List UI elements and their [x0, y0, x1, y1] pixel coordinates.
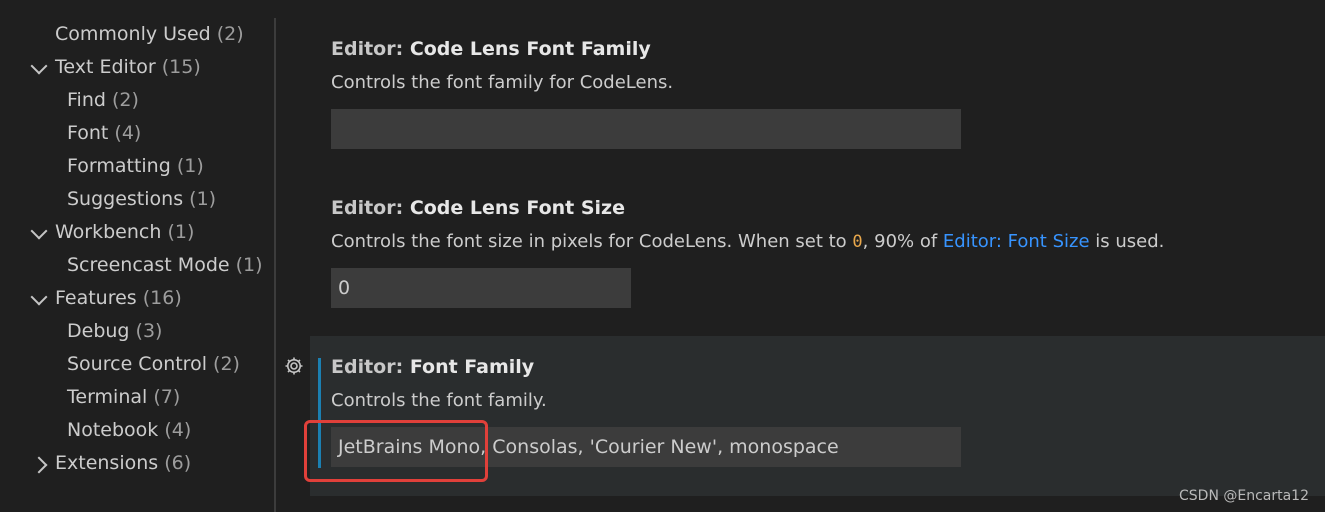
- watermark: CSDN @Encarta12: [1179, 488, 1309, 504]
- annotation-highlight-box: [304, 420, 488, 482]
- toc-debug[interactable]: Debug (3): [67, 315, 162, 348]
- code-lens-font-size-input[interactable]: 0: [331, 268, 631, 308]
- toc-find[interactable]: Find (2): [67, 84, 139, 117]
- inline-code: 0: [852, 232, 863, 252]
- setting-title-code-lens-font-size: Editor: Code Lens Font Size: [331, 197, 625, 219]
- gear-icon[interactable]: [284, 356, 304, 376]
- setting-description: Controls the font family for CodeLens.: [331, 72, 674, 93]
- chevron-down-icon[interactable]: [30, 57, 48, 75]
- setting-description: Controls the font size in pixels for Cod…: [331, 231, 1165, 252]
- toc-features[interactable]: Features (16): [55, 282, 182, 315]
- settings-list: Editor: Code Lens Font Family Controls t…: [276, 0, 1325, 512]
- toc-source-control[interactable]: Source Control (2): [67, 348, 240, 381]
- toc-suggestions[interactable]: Suggestions (1): [67, 183, 216, 216]
- chevron-down-icon[interactable]: [30, 288, 48, 306]
- settings-toc: Commonly Used (2) Text Editor (15) Find …: [0, 0, 275, 512]
- code-lens-font-family-input[interactable]: [331, 109, 961, 149]
- toc-terminal[interactable]: Terminal (7): [67, 381, 180, 414]
- editor-font-size-link[interactable]: Editor: Font Size: [943, 231, 1090, 252]
- toc-extensions[interactable]: Extensions (6): [55, 447, 191, 480]
- toc-text-editor[interactable]: Text Editor (15): [55, 51, 201, 84]
- setting-description: Controls the font family.: [331, 390, 547, 411]
- chevron-right-icon[interactable]: [30, 456, 48, 474]
- toc-formatting[interactable]: Formatting (1): [67, 150, 204, 183]
- chevron-down-icon[interactable]: [30, 222, 48, 240]
- toc-screencast-mode[interactable]: Screencast Mode (1): [67, 249, 263, 282]
- toc-notebook[interactable]: Notebook (4): [67, 414, 191, 447]
- toc-font[interactable]: Font (4): [67, 117, 141, 150]
- setting-title-font-family: Editor: Font Family: [331, 356, 535, 378]
- toc-workbench[interactable]: Workbench (1): [55, 216, 194, 249]
- setting-title-code-lens-font-family: Editor: Code Lens Font Family: [331, 38, 651, 60]
- toc-commonly-used[interactable]: Commonly Used (2): [55, 18, 244, 51]
